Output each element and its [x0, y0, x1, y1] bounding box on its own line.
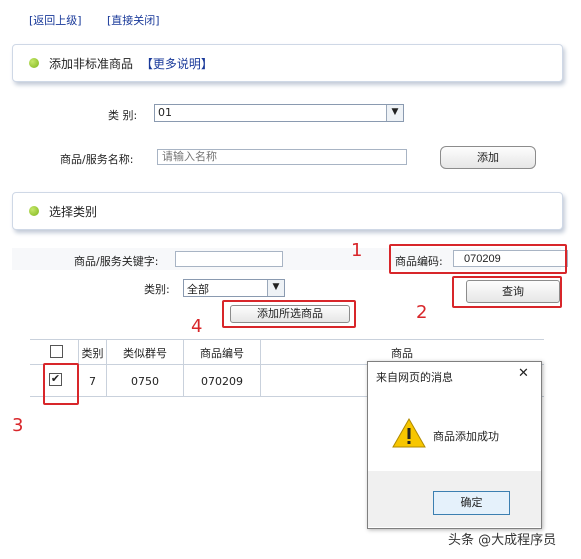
dialog-body: 商品添加成功	[368, 391, 541, 471]
annotation-number-3: 3	[12, 415, 24, 436]
category-select-value: 01	[158, 106, 172, 119]
header-code: 商品编号	[200, 347, 244, 360]
choose-category-section: 选择类别	[12, 192, 563, 230]
annotation-number-2: 2	[416, 302, 428, 323]
category-label: 类 别:	[108, 109, 138, 122]
keyword-input[interactable]	[175, 251, 283, 267]
header-group: 类似群号	[123, 347, 167, 360]
ok-button[interactable]: 确定	[433, 491, 510, 515]
chevron-down-icon[interactable]: ▼	[267, 280, 284, 296]
add-goods-section: 添加非标准商品 【更多说明】	[12, 44, 563, 82]
green-dot-icon	[29, 206, 39, 216]
table-top-border	[30, 339, 544, 340]
green-dot-icon	[29, 58, 39, 68]
row-category: 7	[89, 375, 96, 388]
highlight-add-selected	[222, 300, 356, 328]
choose-category-title: 选择类别	[49, 205, 98, 219]
annotation-number-1: 1	[351, 240, 363, 261]
dialog-message: 商品添加成功	[433, 430, 499, 443]
close-link[interactable]: [直接关闭]	[107, 12, 160, 28]
watermark: 头条 @大成程序员	[448, 533, 557, 548]
row-code: 070209	[201, 375, 243, 388]
filter-category-label: 类别:	[144, 283, 170, 296]
filter-category-select[interactable]: 全部 ▼	[183, 279, 285, 297]
more-info-link[interactable]: 【更多说明】	[141, 57, 213, 71]
keyword-label: 商品/服务关键字:	[74, 255, 159, 268]
select-all-checkbox[interactable]	[50, 345, 63, 358]
annotation-number-4: 4	[191, 316, 203, 337]
add-button[interactable]: 添加	[440, 146, 536, 169]
section-title-wrap: 添加非标准商品 【更多说明】	[49, 55, 213, 72]
row-group: 0750	[131, 375, 159, 388]
dialog-title: 来自网页的消息	[376, 371, 453, 384]
col-divider	[260, 339, 261, 397]
name-input[interactable]	[157, 149, 407, 165]
add-goods-title: 添加非标准商品	[49, 57, 134, 71]
category-select[interactable]: 01 ▼	[154, 104, 404, 122]
header-category: 类别	[81, 347, 104, 360]
highlight-query-button	[452, 276, 562, 308]
highlight-code-input	[389, 244, 567, 274]
warning-icon	[392, 417, 426, 448]
filter-category-value: 全部	[187, 283, 209, 296]
highlight-checkbox	[43, 363, 79, 405]
name-label: 商品/服务名称:	[60, 153, 134, 166]
close-icon[interactable]: ✕	[518, 366, 529, 381]
message-dialog: 来自网页的消息 ✕ 商品添加成功 确定	[367, 361, 542, 529]
chevron-down-icon[interactable]: ▼	[386, 105, 403, 121]
back-link[interactable]: [返回上级]	[29, 12, 82, 28]
header-goods: 商品	[391, 347, 413, 360]
